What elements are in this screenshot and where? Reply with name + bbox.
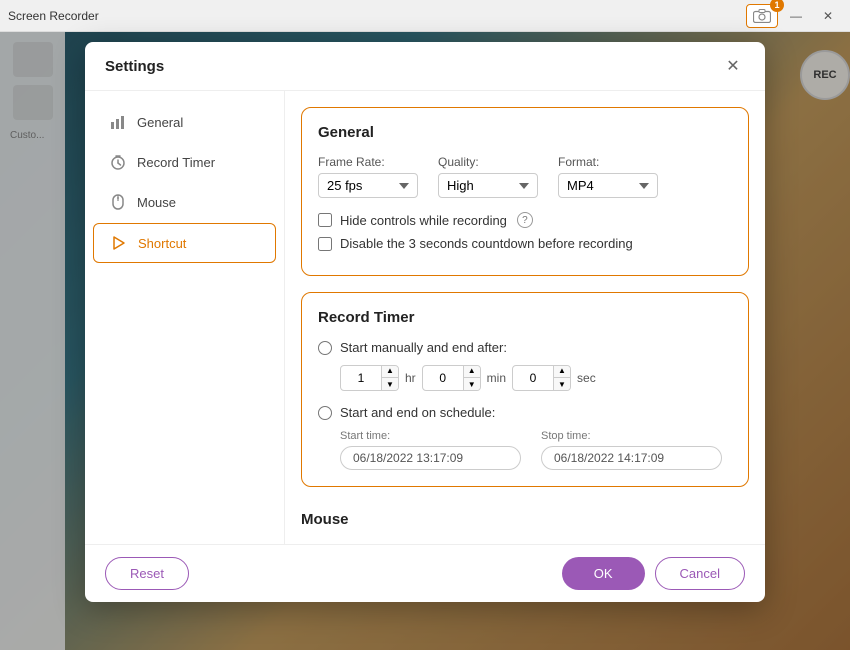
timer-inputs: ▲ ▼ hr ▲ ▼ min [340,365,732,391]
dialog-close-button[interactable]: ✕ [721,54,745,78]
schedule-label[interactable]: Start and end on schedule: [340,405,495,420]
record-timer-section-title: Record Timer [318,309,732,326]
notification-badge: 1 [770,0,784,12]
schedule-time-row: Start time: Stop time: [340,430,732,470]
hide-controls-label[interactable]: Hide controls while recording [340,213,507,228]
schedule-radio[interactable] [318,406,332,420]
manual-radio[interactable] [318,341,332,355]
hours-input[interactable] [341,369,381,387]
app-title: Screen Recorder [8,9,99,23]
minutes-down-button[interactable]: ▼ [464,378,480,391]
mouse-section-title: Mouse [301,503,749,528]
manual-label[interactable]: Start manually and end after: [340,340,507,355]
hide-controls-row: Hide controls while recording ? [318,212,732,228]
start-time-input[interactable] [340,446,521,470]
countdown-row: Disable the 3 seconds countdown before r… [318,236,732,251]
clock-icon [109,153,127,171]
reset-button[interactable]: Reset [105,557,189,590]
hours-input-group: ▲ ▼ [340,365,399,391]
hide-controls-checkbox[interactable] [318,213,332,227]
format-group: Format: MP4 MOV AVI GIF [558,155,658,198]
minutes-up-button[interactable]: ▲ [464,365,480,378]
hours-down-button[interactable]: ▼ [382,378,398,391]
format-select[interactable]: MP4 MOV AVI GIF [558,173,658,198]
dialog-footer: Reset OK Cancel [85,544,765,602]
schedule-radio-row: Start and end on schedule: [318,405,732,420]
start-time-label: Start time: [340,430,521,442]
seconds-down-button[interactable]: ▼ [554,378,570,391]
quality-group: Quality: Low Medium High [438,155,538,198]
frame-rate-group: Frame Rate: 15 fps 20 fps 25 fps 30 fps … [318,155,418,198]
sidebar-item-mouse[interactable]: Mouse [93,183,276,221]
camera-badge-wrapper: 1 [746,4,778,28]
seconds-spin: ▲ ▼ [553,365,570,391]
start-time-group: Start time: [340,430,521,470]
sidebar-label-shortcut: Shortcut [138,236,186,251]
frame-rate-label: Frame Rate: [318,155,418,169]
hr-unit: hr [405,371,416,385]
general-section-card: General Frame Rate: 15 fps 20 fps 25 fps… [301,107,749,276]
minutes-input-group: ▲ ▼ [422,365,481,391]
quality-label: Quality: [438,155,538,169]
settings-row: Frame Rate: 15 fps 20 fps 25 fps 30 fps … [318,155,732,198]
ok-button[interactable]: OK [562,557,645,590]
stop-time-group: Stop time: [541,430,722,470]
sec-unit: sec [577,371,596,385]
general-section-title: General [318,124,732,141]
countdown-checkbox[interactable] [318,237,332,251]
hours-spin: ▲ ▼ [381,365,398,391]
sidebar-item-record-timer[interactable]: Record Timer [93,143,276,181]
min-unit: min [487,371,506,385]
sidebar-label-mouse: Mouse [137,195,176,210]
stop-time-input[interactable] [541,446,722,470]
close-app-button[interactable]: ✕ [814,6,842,26]
settings-dialog: Settings ✕ General [85,42,765,602]
seconds-up-button[interactable]: ▲ [554,365,570,378]
sidebar-label-record-timer: Record Timer [137,155,215,170]
minutes-input[interactable] [423,369,463,387]
bar-chart-icon [109,113,127,131]
minimize-button[interactable]: — [782,6,810,26]
sidebar-label-general: General [137,115,183,130]
mouse-icon [109,193,127,211]
help-icon[interactable]: ? [517,212,533,228]
record-timer-section-card: Record Timer Start manually and end afte… [301,292,749,487]
seconds-input-group: ▲ ▼ [512,365,571,391]
minutes-spin: ▲ ▼ [463,365,480,391]
dialog-header: Settings ✕ [85,42,765,91]
title-bar: Screen Recorder 1 — ✕ [0,0,850,32]
seconds-input[interactable] [513,369,553,387]
quality-select[interactable]: Low Medium High [438,173,538,198]
modal-overlay: Settings ✕ General [0,32,850,650]
sidebar-item-shortcut[interactable]: Shortcut [93,223,276,263]
frame-rate-select[interactable]: 15 fps 20 fps 25 fps 30 fps 60 fps [318,173,418,198]
content-area: General Frame Rate: 15 fps 20 fps 25 fps… [285,91,765,544]
hours-up-button[interactable]: ▲ [382,365,398,378]
sidebar-item-general[interactable]: General [93,103,276,141]
format-label: Format: [558,155,658,169]
shortcut-icon [110,234,128,252]
stop-time-label: Stop time: [541,430,722,442]
footer-right-buttons: OK Cancel [562,557,745,590]
dialog-body: General Record Timer [85,91,765,544]
dialog-title: Settings [105,58,164,75]
manual-radio-row: Start manually and end after: [318,340,732,355]
cancel-button[interactable]: Cancel [655,557,745,590]
countdown-label[interactable]: Disable the 3 seconds countdown before r… [340,236,633,251]
sidebar: General Record Timer [85,91,285,544]
